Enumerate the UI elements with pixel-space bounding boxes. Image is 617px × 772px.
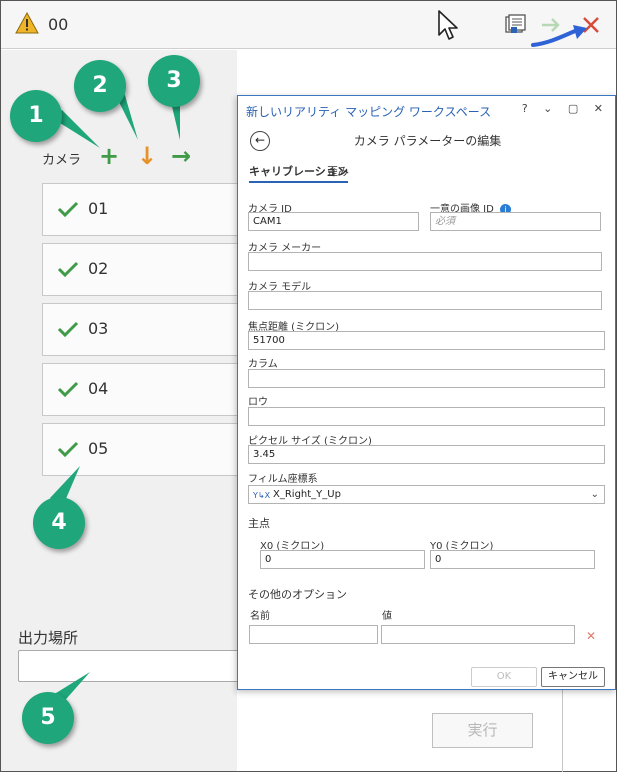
- document-title: 00: [48, 15, 69, 34]
- principal-point-label: 主点: [248, 517, 270, 530]
- callout-1: 1: [10, 90, 62, 142]
- unique-image-id-field[interactable]: 必須: [430, 212, 601, 231]
- camera-item[interactable]: 01: [42, 183, 242, 236]
- chevron-down-icon: ⌄: [590, 489, 599, 500]
- camera-item[interactable]: 05: [42, 423, 242, 476]
- rows-field[interactable]: [248, 407, 605, 426]
- camera-item[interactable]: 04: [42, 363, 242, 416]
- columns-label: カラム: [248, 359, 278, 370]
- camera-item-label: 03: [88, 319, 109, 338]
- import-camera-button[interactable]: ↓: [134, 143, 160, 169]
- top-toolbar: 00: [1, 1, 616, 49]
- cancel-button[interactable]: キャンセル: [541, 667, 605, 687]
- pixel-size-field[interactable]: 3.45: [248, 445, 605, 464]
- divider: [562, 688, 563, 772]
- properties-icon[interactable]: [503, 13, 527, 37]
- ok-button[interactable]: OK: [471, 667, 537, 687]
- y0-field[interactable]: 0: [430, 550, 595, 569]
- camera-item[interactable]: 03: [42, 303, 242, 356]
- camera-model-field[interactable]: [248, 291, 602, 310]
- check-icon: [57, 381, 79, 398]
- check-icon: [57, 261, 79, 278]
- film-coordinate-label: フィルム座標系: [248, 474, 318, 485]
- dialog-title: 新しいリアリティ マッピング ワークスペース: [246, 105, 492, 119]
- check-icon: [57, 321, 79, 338]
- pointer-icon: [438, 10, 458, 40]
- option-name-field[interactable]: [249, 625, 378, 644]
- callout-4: 4: [33, 497, 85, 549]
- output-location-input[interactable]: [18, 650, 248, 682]
- callout-2: 2: [74, 60, 126, 112]
- warning-icon[interactable]: [15, 12, 39, 34]
- callout-5: 5: [22, 692, 74, 744]
- add-camera-button[interactable]: +: [96, 143, 122, 169]
- option-value-field[interactable]: [381, 625, 575, 644]
- dialog-subtitle: カメラ パラメーターの編集: [353, 134, 502, 148]
- next-camera-button[interactable]: →: [168, 143, 194, 169]
- tab-distortion[interactable]: 歪み: [327, 163, 349, 179]
- output-location-label: 出力場所: [18, 629, 79, 647]
- focal-length-field[interactable]: 51700: [248, 331, 605, 350]
- camera-id-field[interactable]: CAM1: [248, 212, 419, 231]
- film-coordinate-select[interactable]: Y↳X X_Right_Y_Up ⌄: [248, 485, 605, 504]
- camera-parameters-dialog: 新しいリアリティ マッピング ワークスペース ? ⌄ ▢ ✕ ← カメラ パラメ…: [237, 95, 616, 690]
- camera-maker-field[interactable]: [248, 252, 602, 271]
- other-options-label: その他のオプション: [248, 588, 347, 601]
- run-button[interactable]: 実行: [432, 713, 533, 748]
- rows-label: ロウ: [248, 397, 268, 408]
- film-coordinate-value: X_Right_Y_Up: [273, 489, 341, 500]
- camera-item[interactable]: 02: [42, 243, 242, 296]
- camera-label: カメラ: [42, 153, 82, 168]
- callout-3: 3: [148, 55, 200, 107]
- blue-arrow-pointer-icon: [531, 25, 587, 47]
- dialog-window-controls[interactable]: ? ⌄ ▢ ✕: [522, 102, 609, 115]
- x0-field[interactable]: 0: [260, 550, 425, 569]
- name-column-label: 名前: [250, 611, 270, 622]
- camera-item-label: 02: [88, 259, 109, 278]
- check-icon: [57, 441, 79, 458]
- camera-item-label: 01: [88, 199, 109, 218]
- check-icon: [57, 201, 79, 218]
- columns-field[interactable]: [248, 369, 605, 388]
- value-column-label: 値: [382, 611, 392, 622]
- camera-item-label: 05: [88, 439, 109, 458]
- axis-icon: Y↳X: [253, 491, 271, 500]
- camera-item-label: 04: [88, 379, 109, 398]
- remove-option-icon[interactable]: ✕: [586, 629, 596, 643]
